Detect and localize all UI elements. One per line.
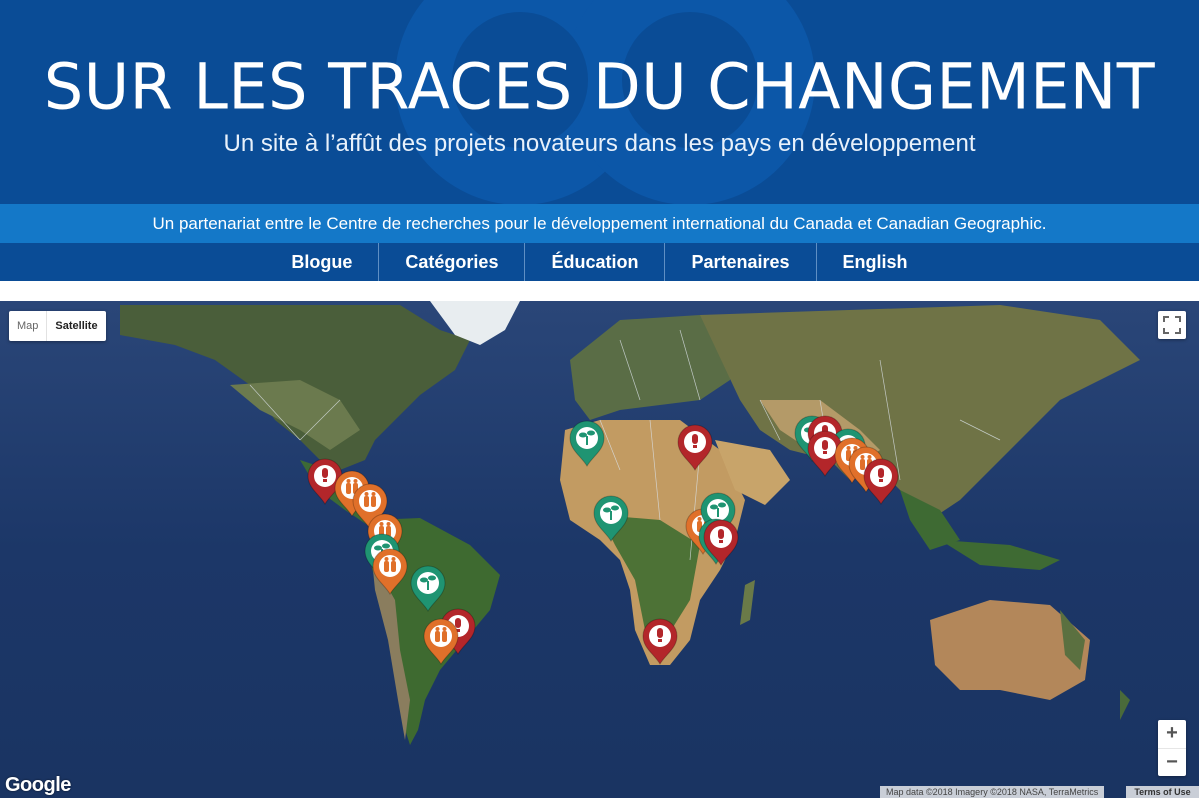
project-marker-red[interactable] <box>642 618 678 665</box>
zoom-in-button[interactable]: + <box>1158 720 1186 749</box>
project-marker-orange[interactable] <box>423 618 459 665</box>
project-marker-orange[interactable] <box>372 548 408 595</box>
terms-of-use-link[interactable]: Terms of Use <box>1126 786 1199 798</box>
partner-banner: Un partenariat entre le Centre de recher… <box>0 204 1199 243</box>
zoom-control: + − <box>1158 720 1186 776</box>
project-marker-red[interactable] <box>677 424 713 471</box>
main-nav: Blogue Catégories Éducation Partenaires … <box>0 243 1199 281</box>
fullscreen-icon <box>1163 316 1181 334</box>
zoom-out-button[interactable]: − <box>1158 749 1186 777</box>
map-attribution: Map data ©2018 Imagery ©2018 NASA, Terra… <box>880 786 1105 798</box>
world-map[interactable] <box>0 301 1199 798</box>
nav-item-partenaires[interactable]: Partenaires <box>664 243 815 281</box>
nav-item-categories[interactable]: Catégories <box>378 243 524 281</box>
map-view-button[interactable]: Map <box>9 311 48 341</box>
nav-item-education[interactable]: Éducation <box>524 243 664 281</box>
project-marker-red[interactable] <box>863 458 899 505</box>
site-header: SUR LES TRACES DU CHANGEMENT Un site à l… <box>0 0 1199 204</box>
satellite-view-button[interactable]: Satellite <box>47 311 105 341</box>
site-subtitle: Un site à l’affût des projets novateurs … <box>223 130 976 157</box>
map-type-control: Map Satellite <box>9 311 106 341</box>
project-marker-green[interactable] <box>410 565 446 612</box>
project-marker-red[interactable] <box>703 519 739 566</box>
nav-item-blogue[interactable]: Blogue <box>265 243 378 281</box>
project-marker-green[interactable] <box>569 420 605 467</box>
project-marker-green[interactable] <box>593 495 629 542</box>
site-title[interactable]: SUR LES TRACES DU CHANGEMENT <box>0 49 1199 123</box>
nav-item-english[interactable]: English <box>815 243 934 281</box>
google-logo: Google <box>5 774 71 796</box>
marker-layer[interactable] <box>0 301 1199 798</box>
fullscreen-button[interactable] <box>1158 311 1186 339</box>
